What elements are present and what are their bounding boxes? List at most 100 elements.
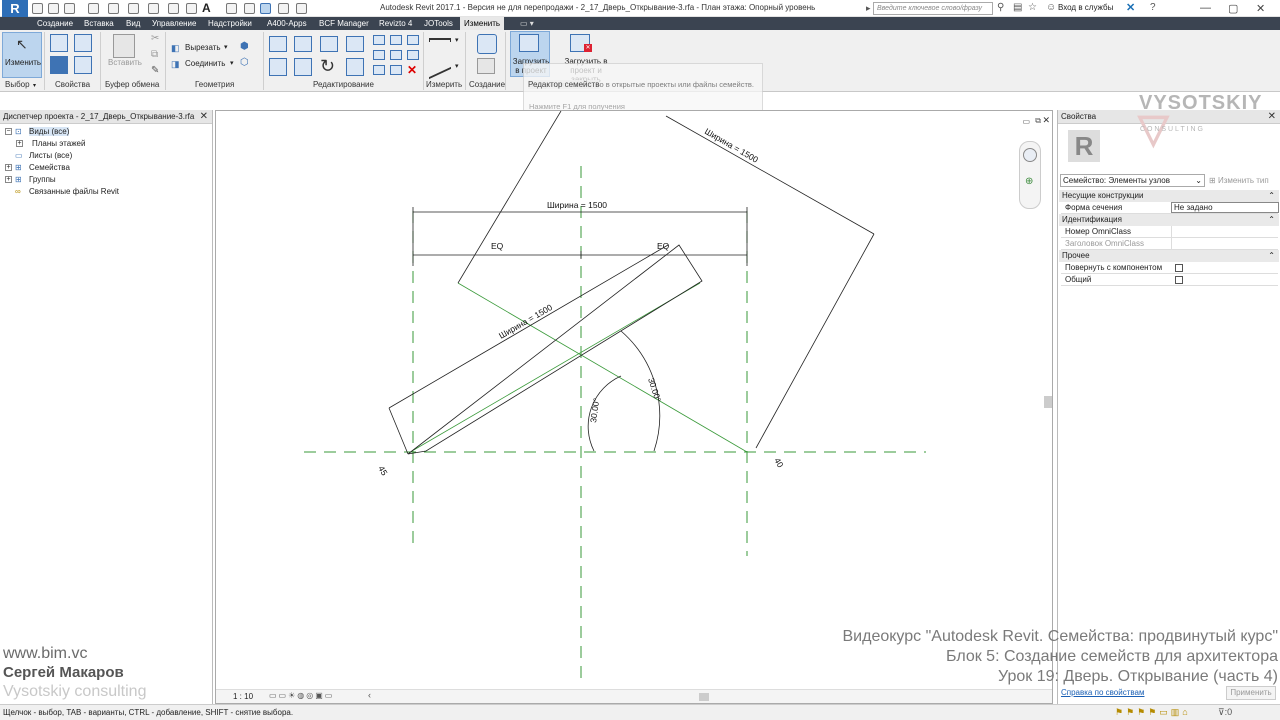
join-label[interactable]: Соединить	[185, 59, 225, 68]
delete-icon[interactable]: ✕	[407, 63, 417, 77]
eq-label-left[interactable]: EQ	[491, 241, 504, 251]
join-icon[interactable]: ◨	[171, 59, 180, 70]
shared-checkbox[interactable]	[1175, 276, 1183, 284]
close-button[interactable]: ✕	[1256, 2, 1265, 15]
measure-dropdown-icon[interactable]: ▾	[455, 36, 459, 44]
angle-label-2[interactable]: 30.00°	[646, 377, 663, 404]
project-browser-close-icon[interactable]: ✕	[200, 111, 208, 122]
create-similar-icon[interactable]	[477, 34, 497, 54]
tree-item-sheets[interactable]: Листы (все)	[29, 151, 72, 160]
tab-jotools[interactable]: JOTools	[420, 17, 457, 30]
tab-create[interactable]: Создание	[33, 17, 77, 30]
select-dropdown-icon[interactable]: ▾	[33, 82, 36, 89]
type-selector-dropdown[interactable]: Семейство: Элементы узлов ⌄	[1060, 174, 1205, 187]
view-control-icons[interactable]: ▭▭☀◍◎▣▭	[269, 691, 334, 700]
filter-icon[interactable]: ⊽:0	[1218, 705, 1232, 720]
eq-label-right[interactable]: EQ	[657, 241, 670, 251]
switch-windows-icon[interactable]	[296, 3, 307, 14]
collapse-group-icon[interactable]: ⌃	[1268, 214, 1275, 226]
door-panel-outline[interactable]	[407, 244, 703, 455]
properties-close-icon[interactable]: ✕	[1268, 111, 1276, 122]
dim-label-rotated-2[interactable]: Ширина = 1500	[703, 126, 760, 165]
dim-label-rotated-1[interactable]: Ширина = 1500	[497, 302, 554, 341]
expand-icon[interactable]: +	[16, 140, 23, 147]
collapse-group-icon[interactable]: ⌃	[1268, 190, 1275, 202]
family-types-icon[interactable]	[74, 34, 92, 52]
vertical-scrollbar[interactable]	[1044, 396, 1052, 408]
measure-distance-icon[interactable]	[429, 38, 451, 42]
drawing-svg[interactable]: Ширина = 1500 EQ EQ Ширина = 1500 Ширина…	[216, 111, 1052, 703]
tab-addins[interactable]: Надстройки	[204, 17, 256, 30]
section-icon[interactable]	[244, 3, 255, 14]
aligned-dimension-icon[interactable]	[429, 54, 451, 80]
subscription-icon[interactable]: ▤	[1013, 2, 1022, 13]
restore-button[interactable]: ▢	[1228, 2, 1238, 15]
selection-filter-icons[interactable]: ⚑⚑⚑⚑▭▥⌂	[1115, 705, 1191, 720]
paint-icon[interactable]: ⬡	[240, 57, 249, 68]
scale-icon[interactable]	[390, 50, 402, 60]
split-icon[interactable]	[373, 35, 385, 45]
tree-item-views[interactable]: Виды (все)	[29, 127, 70, 136]
copy-element-icon[interactable]	[294, 58, 312, 76]
open-icon[interactable]	[32, 3, 43, 14]
view-close-icon[interactable]: ✕	[1042, 115, 1050, 126]
tab-view[interactable]: Вид	[122, 17, 144, 30]
tab-extra-dropdown-icon[interactable]: ▭ ▾	[516, 17, 538, 30]
collapse-icon[interactable]: −	[5, 128, 12, 135]
properties-help-link[interactable]: Справка по свойствам	[1061, 688, 1144, 697]
exchange-icon[interactable]: ✕	[1126, 1, 1135, 14]
tag-icon[interactable]	[186, 3, 197, 14]
create-group-icon[interactable]	[477, 58, 495, 74]
3d-view-icon[interactable]	[226, 3, 237, 14]
unpin-icon[interactable]	[390, 65, 402, 75]
apply-button[interactable]: Применить	[1226, 686, 1276, 700]
tab-manage[interactable]: Управление	[148, 17, 200, 30]
redo-icon[interactable]	[108, 3, 119, 14]
minimize-button[interactable]: —	[1200, 2, 1211, 14]
join-dropdown-icon[interactable]: ▾	[230, 59, 234, 67]
panel-select[interactable]: Выбор	[5, 80, 30, 89]
zoom-icon[interactable]: ⊕	[1025, 176, 1033, 187]
family-category-icon[interactable]	[50, 34, 68, 52]
mirror-draw-icon[interactable]	[346, 36, 364, 52]
group-other[interactable]: Прочее ⌃	[1059, 250, 1279, 262]
mirror-axis-icon[interactable]	[320, 36, 338, 52]
text-tool-icon[interactable]: A	[202, 1, 211, 15]
star-icon[interactable]: ☆	[1028, 2, 1037, 13]
dimension-dropdown-icon[interactable]: ▾	[455, 62, 459, 70]
steering-wheel-icon[interactable]	[1023, 148, 1037, 162]
edit-type-button[interactable]: ⊞ Изменить тип	[1209, 174, 1279, 187]
user-icon[interactable]: ☺	[1046, 2, 1056, 13]
print-icon[interactable]	[128, 3, 139, 14]
paste-icon[interactable]	[113, 34, 135, 58]
tab-bcf-manager[interactable]: BCF Manager	[315, 17, 373, 30]
search-input[interactable]: Введите ключевое слово/фразу	[873, 2, 993, 15]
type-properties-icon[interactable]	[74, 56, 92, 74]
dim-label-small-1[interactable]: 45	[376, 464, 390, 477]
binoculars-icon[interactable]: ⚲	[997, 2, 1004, 13]
view-minimize-icon[interactable]: ▭	[1022, 117, 1030, 126]
trim-multiple-icon[interactable]	[407, 50, 419, 60]
array-icon[interactable]	[373, 50, 385, 60]
thin-lines-icon[interactable]	[260, 3, 271, 14]
tab-revizto[interactable]: Revizto 4	[375, 17, 416, 30]
split-gap-icon[interactable]	[390, 35, 402, 45]
undo-icon[interactable]	[88, 3, 99, 14]
search-expand-icon[interactable]: ▸	[866, 3, 871, 14]
tab-modify[interactable]: Изменить	[460, 17, 505, 30]
properties-icon[interactable]	[50, 56, 68, 74]
tree-item-groups[interactable]: Группы	[29, 175, 56, 184]
angle-label-1[interactable]: 30.00°	[588, 397, 601, 423]
tab-a400-apps[interactable]: A400-Apps	[263, 17, 311, 30]
measure-icon[interactable]	[148, 3, 159, 14]
tab-insert[interactable]: Вставка	[80, 17, 118, 30]
rotate-icon[interactable]: ↻	[320, 56, 335, 77]
dim-label-width[interactable]: Ширина = 1500	[547, 200, 607, 210]
wall-joins-icon[interactable]: ⬢	[240, 41, 249, 52]
save-icon[interactable]	[48, 3, 59, 14]
view-scale[interactable]: 1 : 10	[233, 692, 253, 701]
help-icon[interactable]: ?	[1150, 2, 1156, 13]
copy-icon[interactable]: ⧉	[151, 49, 158, 60]
cut-geometry-label[interactable]: Вырезать	[185, 43, 221, 52]
tree-item-floor-plans[interactable]: Планы этажей	[32, 139, 85, 148]
